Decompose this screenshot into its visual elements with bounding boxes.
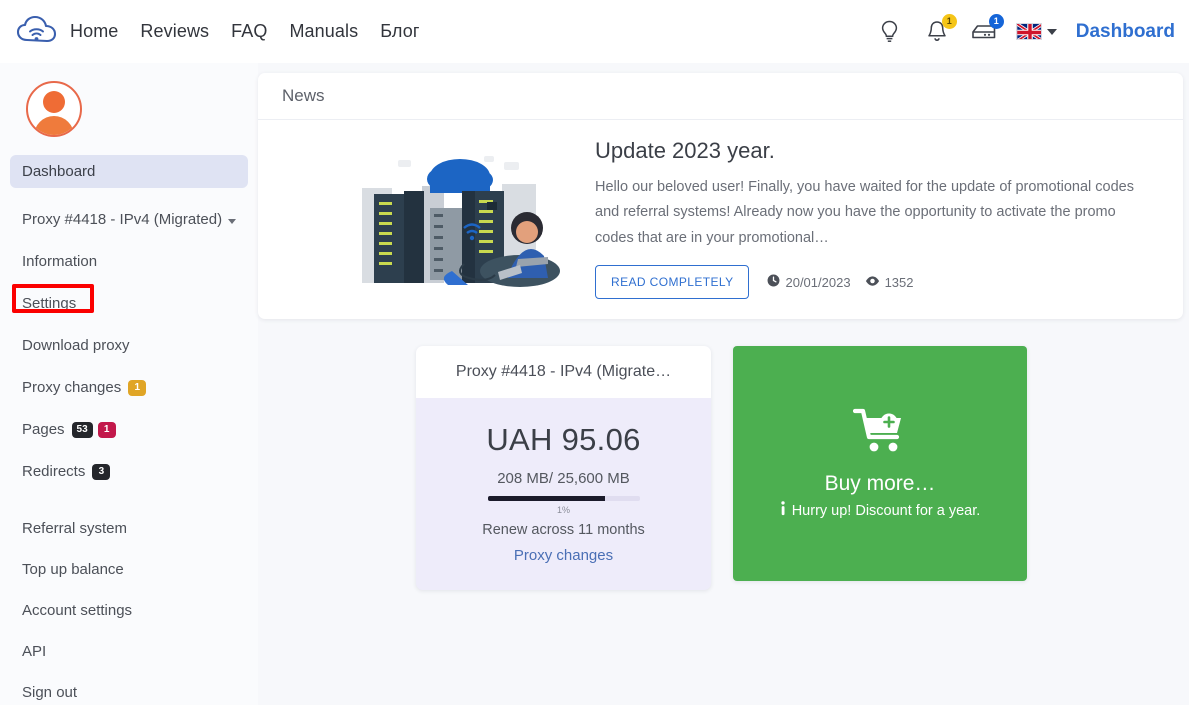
sidebar-item-information[interactable]: Information	[10, 245, 248, 278]
pages-alert-badge: 1	[98, 422, 116, 438]
buy-more-subtitle: Hurry up! Discount for a year.	[792, 503, 981, 519]
eye-icon	[865, 275, 880, 290]
sidebar-item-label: Sign out	[22, 684, 77, 701]
traffic-usage: 208 MB/ 25,600 MB	[416, 470, 711, 487]
buy-more-title: Buy more…	[825, 472, 936, 496]
nav-link-manuals[interactable]: Manuals	[289, 21, 358, 42]
nav-link-faq[interactable]: FAQ	[231, 21, 267, 42]
sidebar-item-account-settings[interactable]: Account settings	[10, 594, 248, 627]
header-actions: 1 1	[875, 0, 1175, 63]
news-description: Hello our beloved user! Finally, you hav…	[595, 175, 1151, 251]
balance-amount: UAH 95.06	[416, 422, 711, 458]
page-root: Home Reviews FAQ Manuals Блог 1	[0, 0, 1189, 705]
language-selector[interactable]	[1016, 23, 1057, 40]
sidebar-item-label: Settings	[22, 295, 76, 312]
sidebar-item-label: Dashboard	[22, 163, 95, 180]
summary-row: Proxy #4418 - IPv4 (Migrate… UAH 95.06 2…	[258, 346, 1183, 590]
sidebar-item-pages[interactable]: Pages 53 1	[10, 413, 248, 446]
sidebar-item-label: Referral system	[22, 520, 127, 537]
bell-badge: 1	[942, 14, 957, 29]
sidebar-item-label: Top up balance	[22, 561, 124, 578]
redirects-badge: 3	[92, 464, 110, 480]
news-date: 20/01/2023	[767, 274, 850, 290]
datacenter-cloud-illustration-icon	[352, 146, 567, 291]
avatar-body	[34, 116, 74, 137]
nav-link-home[interactable]: Home	[70, 21, 118, 42]
news-section-title: News	[258, 73, 1183, 120]
chevron-down-icon	[1047, 29, 1057, 35]
sidebar-item-proxy-changes[interactable]: Proxy changes 1	[10, 371, 248, 404]
balance-card-body: UAH 95.06 208 MB/ 25,600 MB 1% Renew acr…	[416, 398, 711, 590]
buy-more-subtitle-row: Hurry up! Discount for a year.	[780, 501, 981, 520]
server-proxy-icon[interactable]: 1	[969, 17, 999, 47]
sidebar-item-sign-out[interactable]: Sign out	[10, 676, 248, 705]
top-header: Home Reviews FAQ Manuals Блог 1	[0, 0, 1189, 63]
sidebar-item-top-up-balance[interactable]: Top up balance	[10, 553, 248, 586]
avatar-head	[43, 91, 65, 113]
news-date-text: 20/01/2023	[785, 275, 850, 290]
clock-icon	[767, 274, 780, 290]
sidebar-item-download-proxy[interactable]: Download proxy	[10, 329, 248, 362]
sidebar-item-label: Proxy changes	[22, 379, 121, 396]
news-card: News	[258, 73, 1183, 319]
info-icon	[780, 501, 786, 520]
news-views-text: 1352	[885, 275, 914, 290]
sidebar-item-settings[interactable]: Settings	[10, 287, 248, 320]
news-title: Update 2023 year.	[595, 138, 1151, 164]
avatar[interactable]	[26, 81, 82, 137]
buy-more-card[interactable]: Buy more… Hurry up! Discount for a year.	[733, 346, 1027, 581]
united-kingdom-flag-icon	[1016, 23, 1042, 40]
news-text: Update 2023 year. Hello our beloved user…	[595, 138, 1161, 299]
main-navigation: Home Reviews FAQ Manuals Блог	[70, 21, 420, 42]
sidebar-item-label: Pages	[22, 421, 65, 438]
balance-card-title: Proxy #4418 - IPv4 (Migrate…	[416, 346, 711, 398]
renew-text: Renew across 11 months	[416, 522, 711, 538]
cart-plus-icon	[853, 407, 907, 460]
sidebar-item-label: Account settings	[22, 602, 132, 619]
main-content: News	[258, 63, 1189, 705]
bell-icon[interactable]: 1	[922, 17, 952, 47]
nav-link-blog[interactable]: Блог	[380, 21, 419, 42]
traffic-progress-bar	[488, 496, 640, 501]
sidebar-item-api[interactable]: API	[10, 635, 248, 668]
news-meta: 20/01/2023 1352	[767, 274, 913, 290]
cloud-wifi-logo-icon[interactable]	[14, 12, 60, 52]
balance-card: Proxy #4418 - IPv4 (Migrate… UAH 95.06 2…	[416, 346, 711, 590]
news-views: 1352	[865, 275, 914, 290]
traffic-progress-fill	[488, 496, 605, 501]
sidebar-item-label: Information	[22, 253, 97, 270]
news-actions: READ COMPLETELY 20/01/2023	[595, 265, 1151, 299]
chevron-down-icon	[228, 219, 236, 224]
news-body: Update 2023 year. Hello our beloved user…	[258, 120, 1183, 319]
sidebar-item-label: Download proxy	[22, 337, 130, 354]
sidebar: Dashboard Proxy #4418 - IPv4 (Migrated) …	[0, 63, 258, 705]
sidebar-item-label: Proxy #4418 - IPv4 (Migrated)	[22, 211, 222, 228]
nav-link-reviews[interactable]: Reviews	[140, 21, 209, 42]
lightbulb-icon[interactable]	[875, 17, 905, 47]
pages-count-badge: 53	[72, 422, 93, 438]
server-badge: 1	[989, 14, 1004, 29]
proxy-changes-link[interactable]: Proxy changes	[416, 547, 711, 564]
sidebar-item-label: Redirects	[22, 463, 85, 480]
sidebar-item-label: API	[22, 643, 46, 660]
proxy-changes-badge: 1	[128, 380, 146, 396]
traffic-progress-percent: 1%	[416, 505, 711, 515]
read-completely-button[interactable]: READ COMPLETELY	[595, 265, 749, 299]
sidebar-item-proxy-selector[interactable]: Proxy #4418 - IPv4 (Migrated)	[10, 203, 248, 236]
sidebar-item-referral-system[interactable]: Referral system	[10, 512, 248, 545]
sidebar-item-dashboard[interactable]: Dashboard	[10, 155, 248, 188]
sidebar-item-redirects[interactable]: Redirects 3	[10, 455, 248, 488]
dashboard-link[interactable]: Dashboard	[1076, 21, 1175, 43]
